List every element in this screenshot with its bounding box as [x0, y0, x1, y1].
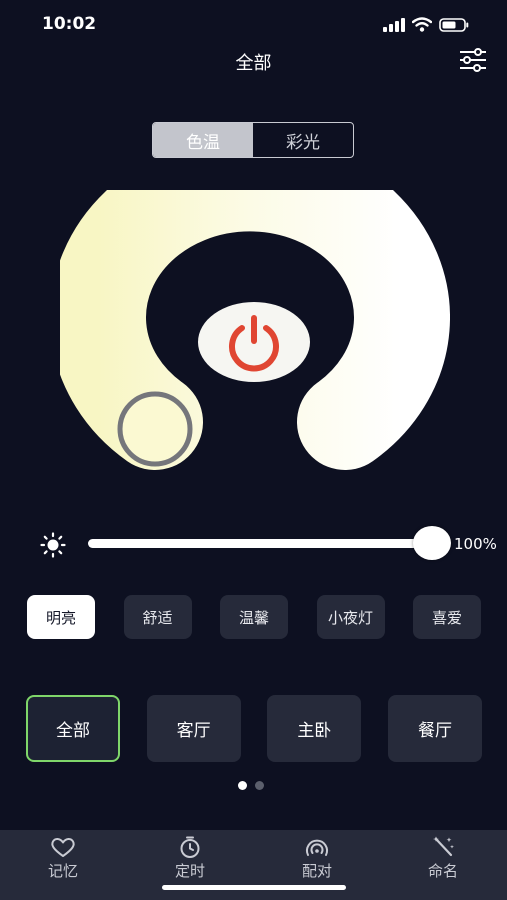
heart-icon — [51, 838, 75, 857]
sliders-icon — [460, 48, 486, 72]
room-dining-room-button[interactable]: 餐厅 — [387, 695, 482, 762]
home-indicator — [162, 885, 346, 890]
page-title: 全部 — [235, 53, 272, 74]
tab-rename[interactable]: 命名 — [403, 836, 483, 881]
tab-memory[interactable]: 记忆 — [23, 836, 103, 881]
page-dot-2[interactable] — [255, 781, 264, 790]
scene-presets: 明亮 舒适 温馨 小夜灯 喜爱 — [27, 595, 481, 639]
scene-bright-button[interactable]: 明亮 — [27, 595, 95, 639]
tab-memory-label: 记忆 — [47, 862, 78, 880]
room-master-bedroom-button[interactable]: 主卧 — [267, 695, 362, 762]
page-dot-1[interactable] — [238, 781, 247, 790]
room-groups: 全部 客厅 主卧 餐厅 — [26, 695, 482, 762]
brightness-slider-track[interactable] — [88, 539, 438, 548]
tab-timer-label: 定时 — [174, 862, 205, 880]
status-icons — [383, 17, 469, 32]
page-indicator — [238, 781, 264, 790]
tab-color-light[interactable]: 彩光 — [253, 123, 353, 157]
tab-rename-label: 命名 — [427, 862, 458, 880]
room-living-room-button[interactable]: 客厅 — [146, 695, 241, 762]
brightness-slider-thumb[interactable] — [413, 526, 451, 560]
color-temperature-handle[interactable] — [117, 391, 193, 467]
tab-pairing-label: 配对 — [301, 862, 332, 880]
battery-icon — [439, 17, 469, 32]
scene-favorite-button[interactable]: 喜爱 — [413, 595, 481, 639]
room-all-button[interactable]: 全部 — [26, 695, 120, 762]
tab-color-temperature[interactable]: 色温 — [153, 123, 253, 157]
timer-icon — [180, 836, 200, 858]
tab-timer[interactable]: 定时 — [150, 836, 230, 881]
power-icon — [229, 315, 279, 372]
scene-cozy-button[interactable]: 温馨 — [220, 595, 288, 639]
brightness-value: 100% — [454, 535, 497, 553]
settings-button[interactable] — [459, 48, 487, 72]
scene-night-light-button[interactable]: 小夜灯 — [316, 595, 385, 639]
signal-icon — [306, 839, 328, 856]
wifi-icon — [412, 17, 432, 32]
tab-pairing[interactable]: 配对 — [277, 836, 357, 881]
brightness-sun-icon — [40, 532, 66, 558]
magic-wand-icon — [433, 836, 454, 857]
cellular-signal-icon — [383, 17, 405, 32]
power-button[interactable] — [198, 302, 310, 382]
status-time: 10:02 — [42, 14, 97, 34]
mode-segmented-control: 色温 彩光 — [152, 122, 354, 158]
scene-comfort-button[interactable]: 舒适 — [123, 595, 192, 639]
